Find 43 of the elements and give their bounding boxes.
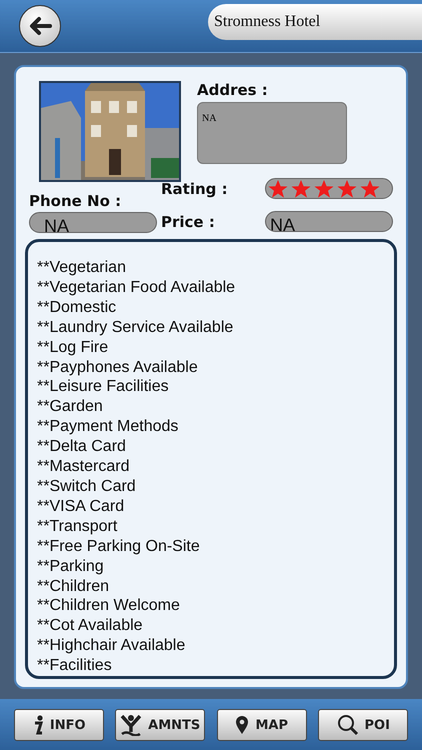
amenity-item: **Delta Card — [37, 437, 127, 458]
arrow-left-icon — [28, 16, 52, 36]
star-icon — [360, 179, 380, 198]
amenity-item: **Log Fire — [37, 338, 110, 358]
amenity-item: **Vegetarian Food Available — [37, 278, 236, 298]
amenity-item: **Payment Methods — [37, 417, 180, 438]
price-label: Price : — [161, 212, 215, 230]
tab-button[interactable]: MAP — [216, 709, 307, 742]
hotel-title: Stromness Hotel — [214, 13, 320, 31]
amenity-item: **Children — [37, 576, 110, 596]
tab-button[interactable]: INFO — [14, 709, 104, 742]
amenity-item: **Payphones Available — [37, 358, 199, 378]
rating-label: Rating : — [161, 180, 228, 198]
amenity-item: **VISA Card — [37, 496, 126, 517]
amenity-item: **Transport — [37, 516, 118, 537]
amenity-item: **Free Parking On-Site — [37, 536, 201, 557]
star-icon — [291, 179, 311, 198]
star-icon — [268, 179, 288, 198]
tab-button[interactable]: POI — [318, 709, 408, 742]
amenity-item: **Laundry Service Available — [37, 318, 234, 338]
address-label: Addres : — [197, 81, 269, 99]
star-icon — [314, 179, 334, 198]
amenity-item: **Garden — [37, 397, 104, 418]
amenity-item: **Leisure Facilities — [37, 377, 170, 398]
price-field: NA — [265, 211, 393, 232]
amenity-item: **Facilities — [37, 656, 113, 676]
person-icon — [120, 714, 142, 736]
amenity-item: **Domestic — [37, 298, 118, 318]
amenity-item: **Cot Available — [37, 616, 144, 636]
phone-field: NA — [29, 212, 157, 233]
map-pin-icon — [235, 715, 250, 736]
amenity-item: **Mastercard — [37, 457, 130, 477]
amenity-item: **Switch Card — [37, 476, 137, 497]
phone-label: Phone No : — [29, 192, 122, 210]
back-button[interactable] — [19, 5, 61, 47]
amenity-item: **Highchair Available — [37, 636, 186, 656]
star-icon — [337, 179, 357, 198]
search-icon — [336, 714, 359, 736]
amenity-item: **Vegetarian — [37, 258, 127, 278]
address-field: NA — [197, 102, 347, 164]
amenity-item: **Children Welcome — [37, 596, 181, 616]
tab-button[interactable]: AMNTS — [115, 709, 206, 742]
amenity-item: **Parking — [37, 556, 105, 576]
